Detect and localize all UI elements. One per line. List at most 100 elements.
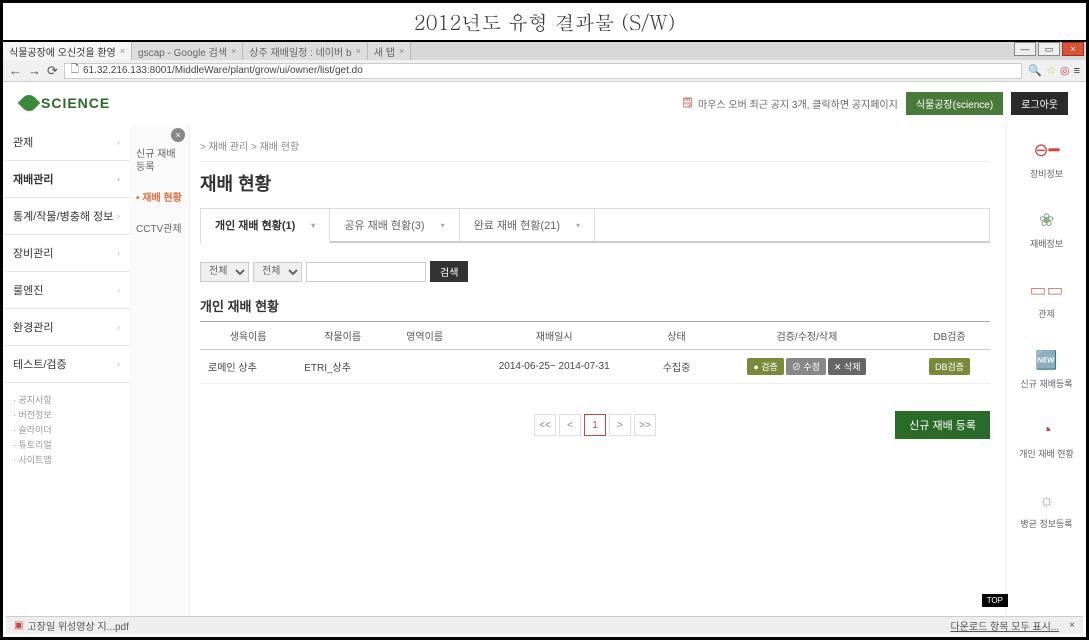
download-file-name: 고장일 위성영상 지...pdf (27, 618, 128, 633)
app-name-button[interactable]: 식물공장(science) (906, 92, 1003, 115)
sidebar-footer-link[interactable]: · 사이트맵 (13, 453, 120, 466)
rail-label: 신규 재배등록 (1020, 377, 1072, 390)
tab-close-icon[interactable]: × (120, 46, 125, 56)
sidebar-item-label: 룰엔진 (13, 282, 43, 298)
sidebar-footer-link[interactable]: · 튜토리얼 (13, 438, 120, 451)
logo[interactable]: SCIENCE (21, 95, 110, 111)
new-grow-register-button[interactable]: 신규 재배 등록 (895, 411, 990, 439)
rail-grow-info[interactable]: ❀ 재배정보 (1007, 194, 1086, 264)
download-bar-close-icon[interactable]: × (1069, 620, 1075, 631)
page-title: 재배 현황 (200, 170, 990, 196)
filter-input[interactable] (306, 262, 426, 282)
rail-device-info[interactable]: ⊖━장비정보 (1007, 124, 1086, 194)
sub-item-grow-status[interactable]: 재배 현황 (136, 192, 183, 205)
db-verify-badge[interactable]: DB검증 (929, 358, 970, 375)
rail-label: 병균 정보등록 (1020, 517, 1072, 530)
sidebar-footer-link[interactable]: · 슬라이더 (13, 423, 120, 436)
tab-personal[interactable]: 개인 재배 현황(1) ▾ (201, 209, 330, 243)
rail-control[interactable]: ▭▭관제 (1007, 264, 1086, 334)
page-icon: 🗋 (71, 62, 79, 79)
th-status: 상태 (648, 322, 704, 350)
cell-area (389, 350, 460, 384)
rail-disease-register[interactable]: ☼ 병균 정보등록 (1007, 474, 1086, 544)
browser-tabs-row: 식물공장에 오신것을 환영× gscap - Google 검색× 상주 재배일… (3, 42, 1086, 60)
menu-icon[interactable]: ≡ (1074, 65, 1080, 77)
tab-completed[interactable]: 완료 재배 현황(21)▾ (460, 209, 595, 241)
sub-item-cctv[interactable]: CCTV관제 (136, 223, 183, 236)
sidebar-item-grow-mgmt[interactable]: 재배관리› (3, 161, 130, 198)
pager-last[interactable]: >> (634, 414, 656, 436)
edit-badge[interactable]: ⊘ 수정 (786, 358, 826, 375)
address-bar[interactable]: 🗋 61.32.216.133:8001/MiddleWare/plant/gr… (64, 63, 1022, 79)
sub-item-new-grow[interactable]: 신규 재배 등록 (136, 148, 183, 174)
cell-status: 수집중 (648, 350, 704, 384)
window-close-button[interactable]: × (1062, 42, 1084, 56)
delete-badge[interactable]: ✕ 삭제 (828, 358, 867, 375)
scroll-top-badge[interactable]: TOP (982, 594, 1008, 607)
sidebar-item-env[interactable]: 환경관리› (3, 309, 130, 346)
rail-label: 재배정보 (1030, 237, 1063, 250)
new-icon: 🆕 (1033, 349, 1061, 373)
verify-badge[interactable]: ● 검증 (747, 358, 784, 375)
logo-text: SCIENCE (41, 95, 110, 111)
sidebar-footer-link[interactable]: · 공지사항 (13, 393, 120, 406)
sidebar-item-device[interactable]: 장비관리› (3, 235, 130, 272)
sidebar-item-label: 관제 (13, 134, 33, 150)
sidebar: 관제› 재배관리› 통계/작물/병충해 정보› 장비관리› 룰엔진› 환경관리›… (3, 124, 130, 621)
rail-new-grow[interactable]: 🆕 신규 재배등록 (1007, 334, 1086, 404)
browser-tab-active[interactable]: 식물공장에 오신것을 환영× (3, 42, 132, 60)
header-notice[interactable]: 🗒 마우스 오버 최근 공지 3개, 클릭하면 공지페이지 (681, 96, 898, 111)
address-row: ← → ⟳ 🗋 61.32.216.133:8001/MiddleWare/pl… (3, 60, 1086, 82)
sidebar-footer-link[interactable]: · 버전정보 (13, 408, 120, 421)
download-show-all[interactable]: 다운로드 항목 모두 표시... (950, 618, 1059, 633)
tab-close-icon[interactable]: × (231, 46, 236, 56)
rail-label: 개인 재배 현황 (1019, 447, 1074, 460)
pager-page-1[interactable]: 1 (584, 414, 606, 436)
chevron-right-icon: › (117, 174, 120, 184)
download-bar: ▣ 고장일 위성영상 지...pdf 다운로드 항목 모두 표시... × (6, 616, 1083, 634)
pager: << < 1 > >> (534, 414, 656, 436)
sidebar-item-control[interactable]: 관제› (3, 124, 130, 161)
table-header-row: 생육이름 작물이름 영역이름 재배일시 상태 검증/수정/삭제 DB검증 (200, 322, 990, 350)
forward-button[interactable]: → (28, 63, 41, 78)
browser-tab[interactable]: 새 탭× (368, 42, 411, 60)
download-file[interactable]: ▣ 고장일 위성영상 지...pdf (14, 618, 129, 633)
chevron-right-icon: › (117, 322, 120, 332)
chevron-right-icon: › (117, 359, 120, 369)
browser-tab[interactable]: 상주 재배일정 : 네이버 b× (243, 42, 368, 60)
sidebar-item-label: 통계/작물/병충해 정보 (13, 208, 113, 224)
sidebar-item-stats[interactable]: 통계/작물/병충해 정보› (3, 198, 130, 235)
sub-sidebar: × 신규 재배 등록 재배 현황 CCTV관제 (130, 124, 190, 621)
rail-personal-status[interactable]: ◔개인 재배 현황 (1007, 404, 1086, 474)
logout-button[interactable]: 로그아웃 (1011, 92, 1068, 115)
sub-sidebar-close-icon[interactable]: × (171, 128, 185, 142)
sidebar-item-test[interactable]: 테스트/검증 › (3, 346, 130, 383)
pager-prev[interactable]: < (559, 414, 581, 436)
sidebar-item-rule[interactable]: 룰엔진› (3, 272, 130, 309)
tab-close-icon[interactable]: × (399, 46, 404, 56)
filter-select-2[interactable]: 전체 (253, 262, 302, 282)
reload-button[interactable]: ⟳ (47, 63, 58, 79)
tab-close-icon[interactable]: × (356, 46, 361, 56)
search-icon[interactable]: 🔍 (1028, 64, 1042, 77)
window-minimize-button[interactable]: — (1014, 42, 1036, 56)
filter-select-1[interactable]: 전체 (200, 262, 249, 282)
browser-chrome: 식물공장에 오신것을 환영× gscap - Google 검색× 상주 재배일… (3, 42, 1086, 82)
plant-icon: ❀ (1033, 209, 1061, 233)
back-button[interactable]: ← (9, 63, 22, 78)
search-button[interactable]: 검색 (430, 261, 468, 282)
browser-tab[interactable]: gscap - Google 검색× (132, 42, 243, 60)
window-maximize-button[interactable]: ▭ (1038, 42, 1060, 56)
sidebar-item-label: 테스트/검증 (13, 356, 67, 372)
grow-table: 생육이름 작물이름 영역이름 재배일시 상태 검증/수정/삭제 DB검증 로메인… (200, 321, 990, 384)
caret-down-icon: ▾ (441, 221, 445, 230)
gear-icon: ☼ (1033, 489, 1061, 513)
pager-next[interactable]: > (609, 414, 631, 436)
circle-icon[interactable]: ◎ (1060, 64, 1070, 77)
star-icon[interactable]: ☆ (1046, 64, 1056, 77)
pager-first[interactable]: << (534, 414, 556, 436)
tab-label: 개인 재배 현황(1) (215, 217, 295, 233)
notice-text: 마우스 오버 최근 공지 3개, 클릭하면 공지페이지 (698, 96, 898, 111)
tab-shared[interactable]: 공유 재배 현황(3)▾ (330, 209, 459, 241)
caret-down-icon: ▾ (311, 221, 315, 230)
